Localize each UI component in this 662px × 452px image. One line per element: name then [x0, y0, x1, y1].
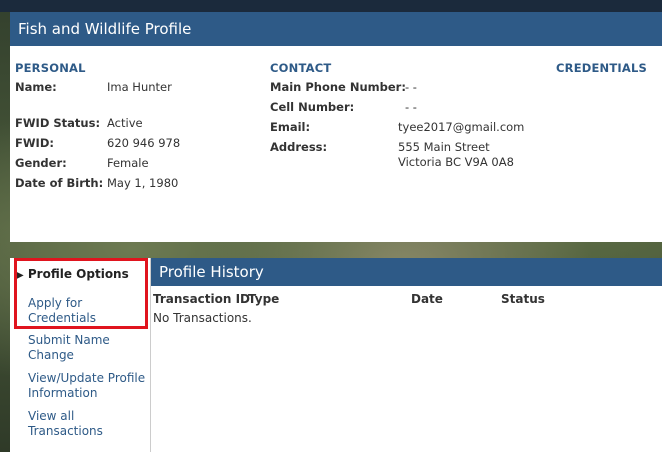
- view-update-profile-line2: Information: [28, 386, 98, 400]
- col-transaction-id: Transaction ID: [153, 292, 251, 306]
- page-title-text: Fish and Wildlife Profile: [18, 20, 192, 38]
- address-line1: 555 Main Street: [398, 140, 490, 154]
- submit-name-change-line2: Change: [28, 348, 74, 362]
- submit-name-change-line1: Submit Name: [28, 333, 110, 347]
- email-label: Email:: [270, 120, 311, 134]
- profile-history-panel: Profile History Transaction ID Type Date…: [151, 258, 662, 452]
- view-all-transactions-line1: View all: [28, 409, 75, 423]
- fwid-value: 620 946 978: [107, 136, 181, 150]
- cell-label: Cell Number:: [270, 100, 355, 114]
- profile-options-toggle[interactable]: ▶ Profile Options: [16, 267, 129, 281]
- fwid-status-value: Active: [107, 116, 143, 130]
- name-label: Name:: [15, 80, 57, 94]
- address-label: Address:: [270, 140, 328, 154]
- no-transactions-text: No Transactions.: [153, 311, 252, 325]
- bottom-section: ▶ Profile Options Apply for Credentials …: [10, 258, 662, 452]
- col-status: Status: [501, 292, 545, 306]
- dob-label: Date of Birth:: [15, 176, 104, 190]
- personal-section-title: PERSONAL: [15, 61, 86, 75]
- top-bar: [0, 0, 662, 12]
- triangle-right-icon: ▶: [16, 270, 24, 281]
- view-update-profile-link[interactable]: View/Update Profile Information: [28, 371, 148, 401]
- address-line2: Victoria BC V9A 0A8: [398, 155, 514, 169]
- profile-panel: PERSONAL Name: Ima Hunter FWID Status: A…: [10, 46, 662, 242]
- col-date: Date: [411, 292, 443, 306]
- fwid-label: FWID:: [15, 136, 54, 150]
- col-type: Type: [248, 292, 280, 306]
- main-phone-label: Main Phone Number:: [270, 80, 406, 94]
- main-phone-value: - -: [405, 80, 417, 94]
- fwid-status-label: FWID Status:: [15, 116, 101, 130]
- view-all-transactions-link[interactable]: View all Transactions: [28, 409, 148, 439]
- view-all-transactions-line2: Transactions: [28, 424, 103, 438]
- email-value: tyee2017@gmail.com: [398, 120, 525, 134]
- page-title: Fish and Wildlife Profile: [10, 12, 662, 46]
- apply-credentials-line1: Apply for: [28, 296, 83, 310]
- gender-value: Female: [107, 156, 149, 170]
- profile-history-title: Profile History: [151, 258, 662, 286]
- profile-options-title: Profile Options: [27, 267, 129, 281]
- view-update-profile-line1: View/Update Profile: [28, 371, 146, 385]
- contact-section-title: CONTACT: [270, 61, 332, 75]
- profile-options-panel: ▶ Profile Options Apply for Credentials …: [10, 258, 151, 452]
- apply-credentials-link[interactable]: Apply for Credentials: [28, 296, 148, 326]
- dob-value: May 1, 1980: [107, 176, 179, 190]
- cell-value: - -: [405, 100, 417, 114]
- credentials-section-title: CREDENTIALS: [556, 61, 648, 75]
- apply-credentials-line2: Credentials: [28, 311, 97, 325]
- name-value: Ima Hunter: [107, 80, 172, 94]
- submit-name-change-link[interactable]: Submit Name Change: [28, 333, 148, 363]
- gender-label: Gender:: [15, 156, 67, 170]
